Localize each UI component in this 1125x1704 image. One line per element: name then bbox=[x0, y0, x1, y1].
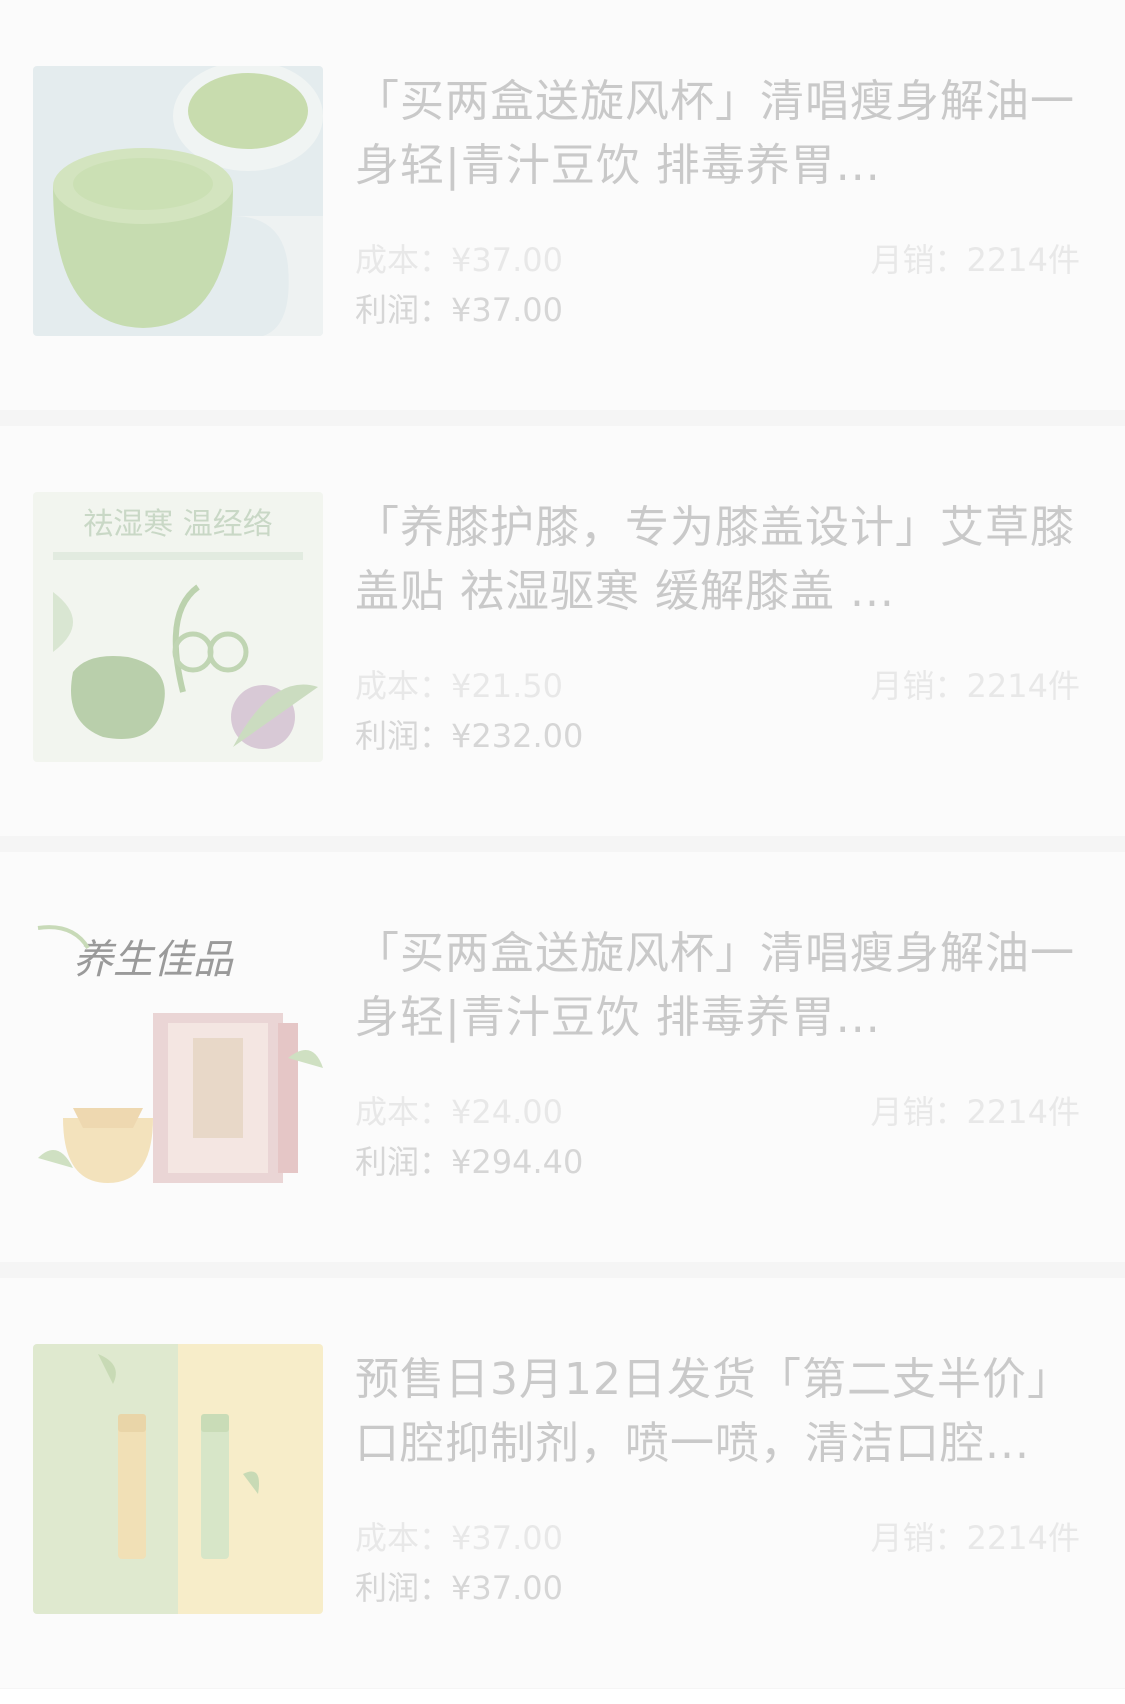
product-list: 「买两盒送旋风杯」清唱瘦身解油一身轻|青汁豆饮 排毒养胃... 成本：¥37.0… bbox=[0, 0, 1125, 1704]
product-meta: 成本：¥21.50 月销：2214件 利润：¥232.00 bbox=[355, 661, 1080, 761]
product-card[interactable]: 养生佳品 「买两盒送旋风杯」清唱瘦身解油一身轻|青汁豆饮 排毒养胃... 成本：… bbox=[0, 852, 1125, 1262]
cost-row: 成本：¥37.00 月销：2214件 bbox=[355, 1513, 1080, 1563]
profit-value: ¥294.40 bbox=[451, 1143, 584, 1181]
product-title[interactable]: 「买两盒送旋风杯」清唱瘦身解油一身轻|青汁豆饮 排毒养胃... bbox=[355, 70, 1085, 198]
profit-value: ¥37.00 bbox=[451, 1569, 563, 1607]
sales-value: 2214件 bbox=[966, 241, 1080, 279]
product-card[interactable]: 「买两盒送旋风杯」清唱瘦身解油一身轻|青汁豆饮 排毒养胃... 成本：¥37.0… bbox=[0, 0, 1125, 410]
profit-value: ¥232.00 bbox=[451, 717, 584, 755]
cost-row: 成本：¥24.00 月销：2214件 bbox=[355, 1087, 1080, 1137]
image-logo-text: 养生佳品 bbox=[73, 937, 234, 983]
product-title[interactable]: 「养膝护膝，专为膝盖设计」艾草膝盖贴 祛湿驱寒 缓解膝盖 ... bbox=[355, 496, 1085, 624]
sales-label: 月销： bbox=[870, 1093, 967, 1131]
sales-value: 2214件 bbox=[966, 1519, 1080, 1557]
cost-value: ¥24.00 bbox=[451, 1093, 563, 1131]
sales-label: 月销： bbox=[870, 1519, 967, 1557]
monthly-sales: 月销：2214件 bbox=[871, 1513, 1080, 1563]
profit-row: 利润：¥232.00 bbox=[355, 711, 1080, 761]
image-caption: 祛湿寒 温经络 bbox=[83, 507, 273, 542]
cost-value: ¥21.50 bbox=[451, 667, 563, 705]
monthly-sales: 月销：2214件 bbox=[871, 1087, 1080, 1137]
cost-value: ¥37.00 bbox=[451, 241, 563, 279]
product-image[interactable] bbox=[33, 1344, 323, 1614]
product-title[interactable]: 预售日3月12日发货「第二支半价」口腔抑制剂，喷一喷，清洁口腔... bbox=[355, 1348, 1085, 1476]
product-meta: 成本：¥37.00 月销：2214件 利润：¥37.00 bbox=[355, 235, 1080, 335]
sales-value: 2214件 bbox=[966, 667, 1080, 705]
profit-label: 利润： bbox=[355, 291, 452, 329]
product-info: 「养膝护膝，专为膝盖设计」艾草膝盖贴 祛湿驱寒 缓解膝盖 ... 成本：¥21.… bbox=[355, 496, 1085, 766]
sales-label: 月销： bbox=[870, 241, 967, 279]
cost-label: 成本： bbox=[355, 1093, 452, 1131]
cost-label: 成本： bbox=[355, 667, 452, 705]
product-info: 「买两盒送旋风杯」清唱瘦身解油一身轻|青汁豆饮 排毒养胃... 成本：¥24.0… bbox=[355, 922, 1085, 1192]
profit-label: 利润： bbox=[355, 717, 452, 755]
product-meta: 成本：¥37.00 月销：2214件 利润：¥37.00 bbox=[355, 1513, 1080, 1613]
product-meta: 成本：¥24.00 月销：2214件 利润：¥294.40 bbox=[355, 1087, 1080, 1187]
profit-row: 利润：¥37.00 bbox=[355, 1563, 1080, 1613]
product-list-page: 「买两盒送旋风杯」清唱瘦身解油一身轻|青汁豆饮 排毒养胃... 成本：¥37.0… bbox=[0, 0, 1125, 1689]
product-info: 「买两盒送旋风杯」清唱瘦身解油一身轻|青汁豆饮 排毒养胃... 成本：¥37.0… bbox=[355, 70, 1085, 340]
profit-value: ¥37.00 bbox=[451, 291, 563, 329]
product-info: 预售日3月12日发货「第二支半价」口腔抑制剂，喷一喷，清洁口腔... 成本：¥3… bbox=[355, 1348, 1085, 1618]
cost-value: ¥37.00 bbox=[451, 1519, 563, 1557]
cost-row: 成本：¥37.00 月销：2214件 bbox=[355, 235, 1080, 285]
product-image[interactable]: 祛湿寒 温经络 bbox=[33, 492, 323, 762]
profit-row: 利润：¥294.40 bbox=[355, 1137, 1080, 1187]
sales-label: 月销： bbox=[870, 667, 967, 705]
monthly-sales: 月销：2214件 bbox=[871, 235, 1080, 285]
product-card[interactable]: 祛湿寒 温经络 「养膝护膝，专为膝盖设计」艾草膝盖贴 祛湿驱寒 缓解膝盖 ...… bbox=[0, 426, 1125, 836]
profit-row: 利润：¥37.00 bbox=[355, 285, 1080, 335]
product-image[interactable] bbox=[33, 66, 323, 336]
sales-value: 2214件 bbox=[966, 1093, 1080, 1131]
profit-label: 利润： bbox=[355, 1143, 452, 1181]
product-title[interactable]: 「买两盒送旋风杯」清唱瘦身解油一身轻|青汁豆饮 排毒养胃... bbox=[355, 922, 1085, 1050]
product-card[interactable]: 预售日3月12日发货「第二支半价」口腔抑制剂，喷一喷，清洁口腔... 成本：¥3… bbox=[0, 1278, 1125, 1688]
monthly-sales: 月销：2214件 bbox=[871, 661, 1080, 711]
cost-row: 成本：¥21.50 月销：2214件 bbox=[355, 661, 1080, 711]
product-image[interactable]: 养生佳品 bbox=[33, 918, 323, 1188]
cost-label: 成本： bbox=[355, 241, 452, 279]
cost-label: 成本： bbox=[355, 1519, 452, 1557]
profit-label: 利润： bbox=[355, 1569, 452, 1607]
